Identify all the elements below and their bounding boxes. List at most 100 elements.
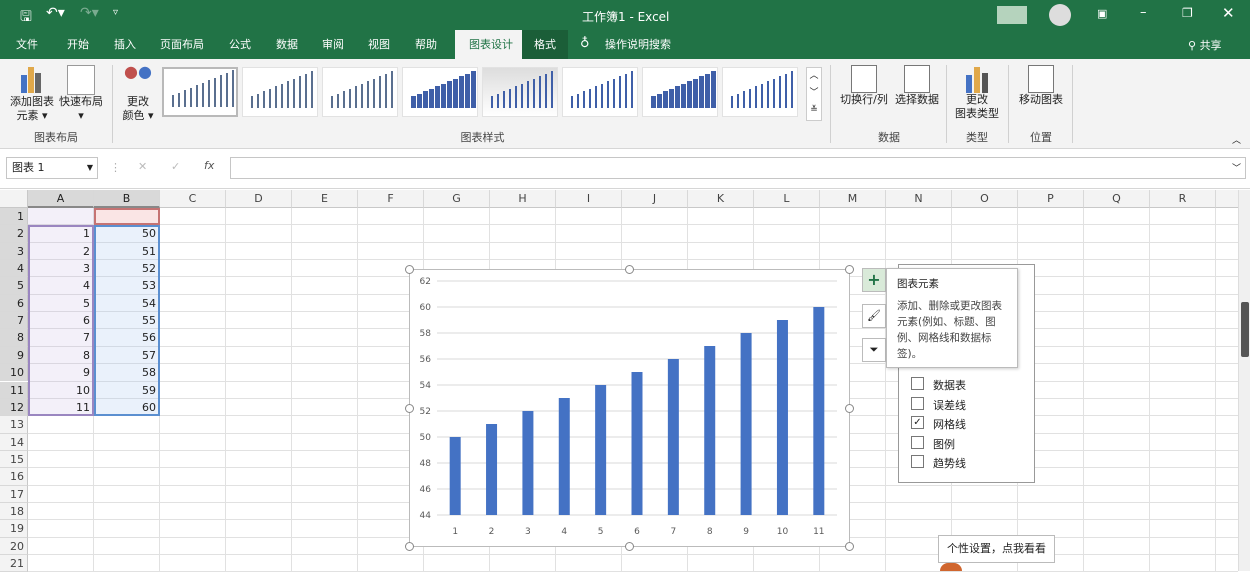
- row-header-12[interactable]: 12: [0, 398, 28, 417]
- select-all-corner[interactable]: [0, 190, 28, 208]
- avatar[interactable]: [1049, 4, 1071, 26]
- chart-element-option[interactable]: 数据表: [899, 377, 1034, 395]
- tab-chart-design[interactable]: 图表设计: [455, 30, 527, 59]
- cell-A12[interactable]: 11: [28, 399, 94, 416]
- column-header-L[interactable]: L: [754, 190, 820, 208]
- collapse-ribbon-icon[interactable]: ︿: [1232, 133, 1241, 146]
- row-header-7[interactable]: 7: [0, 312, 28, 330]
- resize-handle[interactable]: [405, 542, 414, 551]
- close-icon[interactable]: ✕: [1222, 4, 1235, 22]
- assistant-mascot[interactable]: [940, 563, 962, 571]
- resize-handle[interactable]: [625, 265, 634, 274]
- column-header-Q[interactable]: Q: [1084, 190, 1150, 208]
- cell-A6[interactable]: 5: [28, 295, 94, 312]
- tab-insert[interactable]: 插入: [106, 30, 144, 59]
- row-header-14[interactable]: 14: [0, 433, 28, 451]
- cell-B3[interactable]: 51: [94, 243, 160, 260]
- chart-style-8[interactable]: [722, 67, 798, 117]
- chevron-up-icon[interactable]: ︿: [807, 68, 821, 85]
- tab-home[interactable]: 开始: [59, 30, 97, 59]
- chart-style-3[interactable]: [322, 67, 398, 117]
- move-chart-button[interactable]: 移动图表: [1014, 65, 1068, 107]
- vertical-scrollbar[interactable]: [1238, 190, 1250, 571]
- column-header-R[interactable]: R: [1150, 190, 1216, 208]
- row-header-5[interactable]: 5: [0, 277, 28, 295]
- chart-style-7[interactable]: [642, 67, 718, 117]
- row-header-18[interactable]: 18: [0, 502, 28, 521]
- column-header-A[interactable]: A: [28, 190, 94, 208]
- row-header-6[interactable]: 6: [0, 294, 28, 313]
- row-header-13[interactable]: 13: [0, 416, 28, 434]
- add-chart-element-button[interactable]: 添加图表 元素 ▾: [8, 65, 56, 123]
- checkbox[interactable]: [911, 377, 924, 390]
- cell-A7[interactable]: 6: [28, 312, 94, 329]
- tab-file[interactable]: 文件: [8, 30, 46, 59]
- checkbox[interactable]: [911, 435, 924, 449]
- column-header-F[interactable]: F: [358, 190, 424, 208]
- column-header-E[interactable]: E: [292, 190, 358, 208]
- checkbox[interactable]: ✓: [911, 416, 924, 429]
- formula-input[interactable]: ﹀: [230, 157, 1246, 179]
- cell-B5[interactable]: 53: [94, 277, 160, 294]
- undo-icon[interactable]: ↶▾: [46, 5, 65, 21]
- row-header-8[interactable]: 8: [0, 329, 28, 347]
- tell-me-search[interactable]: 操作说明搜索: [597, 30, 679, 59]
- cell-B7[interactable]: 55: [94, 312, 160, 329]
- gallery-scroll[interactable]: ︿ ﹀ ≚: [806, 67, 822, 121]
- cell-A8[interactable]: 7: [28, 329, 94, 346]
- chart-style-1[interactable]: [162, 67, 238, 117]
- cell-B12[interactable]: 60: [94, 399, 160, 416]
- chart-style-5[interactable]: [482, 67, 558, 117]
- chart-element-option[interactable]: 趋势线: [899, 455, 1034, 473]
- row-header-16[interactable]: 16: [0, 468, 28, 486]
- chart-styles-button[interactable]: 🖌: [862, 304, 886, 328]
- change-colors-button[interactable]: ●● 更改 颜色 ▾: [118, 64, 158, 123]
- row-header-4[interactable]: 4: [0, 260, 28, 278]
- column-header-J[interactable]: J: [622, 190, 688, 208]
- column-header-O[interactable]: O: [952, 190, 1018, 208]
- chart-element-option[interactable]: ✓ 网格线: [899, 416, 1034, 434]
- row-header-3[interactable]: 3: [0, 242, 28, 261]
- column-header-P[interactable]: P: [1018, 190, 1084, 208]
- column-chart[interactable]: 444648505254565860621 2 3 4 5 6 7 8 9 10 11: [409, 269, 850, 547]
- column-header-M[interactable]: M: [820, 190, 886, 208]
- select-data-button[interactable]: 选择数据: [892, 65, 942, 107]
- row-header-15[interactable]: 15: [0, 450, 28, 469]
- change-chart-type-button[interactable]: 更改 图表类型: [952, 65, 1002, 121]
- cell-A5[interactable]: 4: [28, 277, 94, 294]
- customize-icon[interactable]: ▿: [113, 7, 118, 18]
- chart-style-2[interactable]: [242, 67, 318, 117]
- resize-handle[interactable]: [405, 265, 414, 274]
- row-header-2[interactable]: 2: [0, 225, 28, 243]
- cell-B2[interactable]: 50: [94, 225, 160, 242]
- tab-page-layout[interactable]: 页面布局: [152, 30, 212, 59]
- checkbox[interactable]: [911, 455, 924, 468]
- column-header-D[interactable]: D: [226, 190, 292, 208]
- resize-handle[interactable]: [845, 542, 854, 551]
- expand-formula-icon[interactable]: ﹀: [1232, 161, 1241, 174]
- enter-icon[interactable]: ✓: [171, 160, 180, 173]
- tab-help[interactable]: 帮助: [407, 30, 445, 59]
- cell-A4[interactable]: 3: [28, 260, 94, 277]
- chart-filters-button[interactable]: ⏷: [862, 338, 886, 362]
- insert-function-icon[interactable]: fx: [204, 159, 214, 172]
- chevron-down-icon[interactable]: ﹀: [807, 85, 821, 102]
- name-box[interactable]: 图表 1 ▼: [6, 157, 98, 179]
- scrollbar-thumb[interactable]: [1241, 302, 1249, 357]
- resize-handle[interactable]: [405, 404, 414, 413]
- cancel-icon[interactable]: ✕: [138, 160, 147, 173]
- resize-handle[interactable]: [625, 542, 634, 551]
- tab-formulas[interactable]: 公式: [221, 30, 259, 59]
- row-header-1[interactable]: 1: [0, 208, 28, 226]
- chart-elements-button[interactable]: +: [862, 268, 886, 292]
- tab-review[interactable]: 审阅: [314, 30, 352, 59]
- column-header-G[interactable]: G: [424, 190, 490, 208]
- cell-B10[interactable]: 58: [94, 364, 160, 381]
- column-header-C[interactable]: C: [160, 190, 226, 208]
- chart-element-option[interactable]: 误差线: [899, 396, 1034, 415]
- chart-style-6[interactable]: [562, 67, 638, 117]
- row-header-11[interactable]: 11: [0, 381, 28, 399]
- cell-A3[interactable]: 2: [28, 243, 94, 260]
- more-icon[interactable]: ≚: [807, 102, 821, 119]
- resize-handle[interactable]: [845, 404, 854, 413]
